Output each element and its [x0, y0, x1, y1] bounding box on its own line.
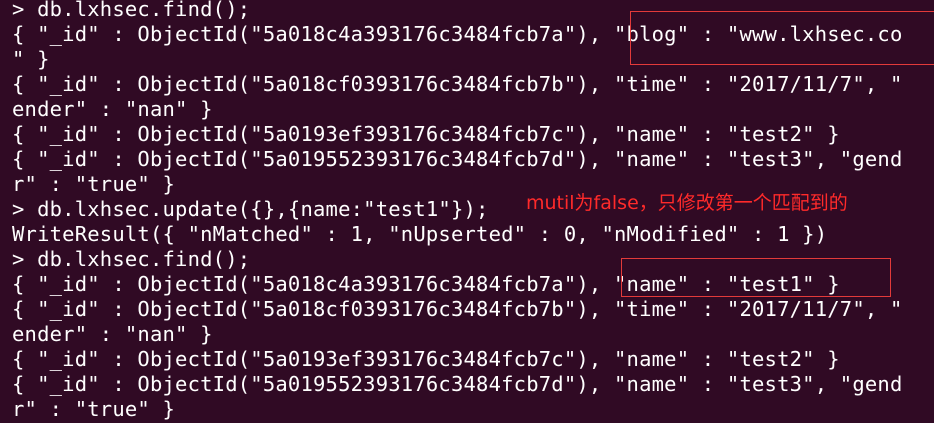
terminal-line-output: { "_id" : ObjectId("5a019552393176c3484f… — [12, 147, 903, 171]
highlight-box-blog — [630, 11, 934, 65]
terminal-line-output: { "_id" : ObjectId("5a0193ef393176c3484f… — [12, 122, 840, 146]
annotation-note: mutil为false，只修改第一个匹配到的 — [526, 192, 848, 214]
terminal-window[interactable]: > db.lxhsec.find(); { "_id" : ObjectId("… — [0, 0, 934, 423]
terminal-line-output: { "_id" : ObjectId("5a018cf0393176c3484f… — [12, 72, 903, 96]
terminal-line-output: r" : "true" } — [12, 172, 176, 196]
terminal-line-output: ender" : "nan" } — [12, 322, 213, 346]
terminal-line-output: WriteResult({ "nMatched" : 1, "nUpserted… — [12, 222, 828, 246]
terminal-line-output: r" : "true" } — [12, 397, 176, 421]
terminal-line-output: ender" : "nan" } — [12, 97, 213, 121]
terminal-line-output: " } — [12, 47, 50, 71]
terminal-line-command: > db.lxhsec.update({},{name:"test1"}); — [12, 197, 489, 221]
terminal-line-output: { "_id" : ObjectId("5a019552393176c3484f… — [12, 372, 903, 396]
terminal-line-output: { "_id" : ObjectId("5a018cf0393176c3484f… — [12, 297, 903, 321]
terminal-line-command: > db.lxhsec.find(); — [12, 0, 251, 21]
terminal-line-command: > db.lxhsec.find(); — [12, 247, 251, 271]
terminal-line-output: { "_id" : ObjectId("5a0193ef393176c3484f… — [12, 347, 840, 371]
highlight-box-name — [621, 258, 891, 297]
